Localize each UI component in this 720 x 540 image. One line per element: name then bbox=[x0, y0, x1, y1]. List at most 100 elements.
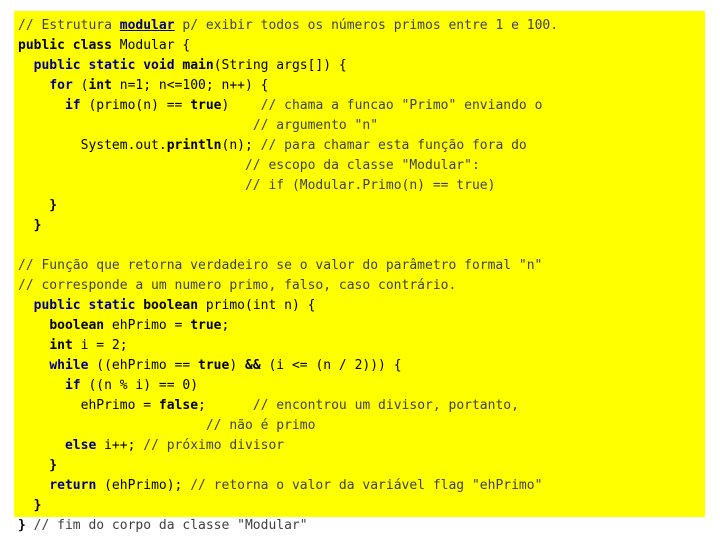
code-line: if ((n % i) == 0) bbox=[18, 376, 705, 396]
code-token: else bbox=[64, 438, 97, 453]
code-line: } bbox=[18, 216, 705, 236]
code-line: // corresponde a um numero primo, falso,… bbox=[18, 276, 705, 296]
code-token: public static void bbox=[33, 58, 175, 73]
code-token: && bbox=[245, 358, 261, 373]
code-line: for (int n=1; n<=100; n++) { bbox=[18, 76, 705, 96]
code-line: while ((ehPrimo == true) && (i <= (n / 2… bbox=[18, 356, 705, 376]
code-token: println bbox=[166, 138, 222, 153]
code-token: i++; bbox=[96, 438, 144, 453]
code-token: true bbox=[190, 318, 222, 333]
code-token: int bbox=[88, 78, 112, 93]
code-token: // if (Modular.Primo(n) == true) bbox=[244, 178, 496, 193]
code-token: // Estrutura bbox=[18, 18, 120, 33]
code-token: while bbox=[49, 358, 89, 373]
code-token: } bbox=[18, 518, 26, 533]
code-line: // Função que retorna verdadeiro se o va… bbox=[18, 256, 705, 276]
code-token: false bbox=[158, 398, 199, 413]
code-token: (String args[]) { bbox=[213, 58, 347, 73]
code-token: Modular { bbox=[111, 38, 191, 53]
code-token: return bbox=[49, 478, 97, 493]
code-token: if bbox=[64, 98, 81, 113]
code-line: } // fim do corpo da classe "Modular" bbox=[18, 516, 705, 536]
code-token: for bbox=[49, 78, 73, 93]
code-token: ) bbox=[221, 98, 261, 113]
code-token: ; bbox=[198, 398, 253, 413]
code-token: ) bbox=[229, 358, 245, 373]
code-token: // argumento "n" bbox=[252, 118, 379, 133]
code-line: return (ehPrimo); // retorna o valor da … bbox=[18, 476, 705, 496]
code-token: boolean bbox=[143, 298, 199, 313]
code-token: // fim do corpo da classe "Modular" bbox=[25, 518, 308, 533]
code-line: int i = 2; bbox=[18, 336, 705, 356]
code-token: main bbox=[182, 58, 214, 73]
code-line: else i++; // próximo divisor bbox=[18, 436, 705, 456]
code-line: System.out.println(n); // para chamar es… bbox=[18, 136, 705, 156]
code-token: ( bbox=[72, 78, 89, 93]
code-token: System.out. bbox=[18, 138, 167, 153]
code-token: i = 2; bbox=[72, 338, 128, 353]
code-line: boolean ehPrimo = true; bbox=[18, 316, 705, 336]
code-token: // para chamar esta função fora do bbox=[260, 138, 527, 153]
code-token: ehPrimo = bbox=[18, 398, 159, 413]
code-line: public static void main(String args[]) { bbox=[18, 56, 705, 76]
code-token: primo(int n) { bbox=[198, 298, 316, 313]
code-token: } bbox=[18, 458, 58, 473]
code-line: public class Modular { bbox=[18, 36, 705, 56]
code-token: (i <= (n / 2))) { bbox=[260, 358, 402, 373]
code-token: p/ exibir todos os números primos entre … bbox=[174, 18, 559, 33]
code-token: // próximo divisor bbox=[143, 438, 285, 453]
code-token: public class bbox=[18, 38, 112, 53]
code-token: } bbox=[18, 218, 42, 233]
code-line: } bbox=[18, 196, 705, 216]
code-token: ((n % i) == 0) bbox=[80, 378, 199, 393]
code-line: // argumento "n" bbox=[18, 116, 705, 136]
code-token: } bbox=[18, 198, 58, 213]
code-token: modular bbox=[119, 18, 175, 33]
code-token: (ehPrimo); bbox=[96, 478, 191, 493]
code-token: (n); bbox=[221, 138, 261, 153]
code-line: } bbox=[18, 456, 705, 476]
code-token: // não é primo bbox=[205, 418, 316, 433]
code-token: // encontrou um divisor, portanto, bbox=[252, 398, 519, 413]
code-token: // corresponde a um numero primo, falso,… bbox=[18, 278, 457, 293]
code-line: public static boolean primo(int n) { bbox=[18, 296, 705, 316]
code-line: // não é primo bbox=[18, 416, 705, 436]
code-token: ; bbox=[221, 318, 230, 333]
code-token: ehPrimo = bbox=[104, 318, 191, 333]
code-line: // escopo da classe "Modular": bbox=[18, 156, 705, 176]
code-token: if bbox=[64, 378, 81, 393]
code-token: n=1; n<=100; n++) { bbox=[111, 78, 269, 93]
code-token: } bbox=[18, 498, 42, 513]
code-line: } bbox=[18, 496, 705, 516]
code-token: // retorna o valor da variável flag "ehP… bbox=[190, 478, 543, 493]
code-token: int bbox=[49, 338, 73, 353]
code-token: (primo(n) == bbox=[80, 98, 191, 113]
code-token: public static bbox=[33, 298, 136, 313]
code-token: ((ehPrimo == bbox=[88, 358, 199, 373]
code-token: // Função que retorna verdadeiro se o va… bbox=[18, 258, 543, 273]
code-line: ehPrimo = false; // encontrou um divisor… bbox=[18, 396, 705, 416]
code-line: // if (Modular.Primo(n) == true) bbox=[18, 176, 705, 196]
code-line: if (primo(n) == true) // chama a funcao … bbox=[18, 96, 705, 116]
code-token: true bbox=[190, 98, 222, 113]
code-token: // chama a funcao "Primo" enviando o bbox=[260, 98, 543, 113]
code-line: // Estrutura modular p/ exibir todos os … bbox=[18, 16, 705, 36]
code-token: boolean bbox=[49, 318, 105, 333]
code-token: true bbox=[198, 358, 230, 373]
code-token: // escopo da classe "Modular": bbox=[244, 158, 480, 173]
